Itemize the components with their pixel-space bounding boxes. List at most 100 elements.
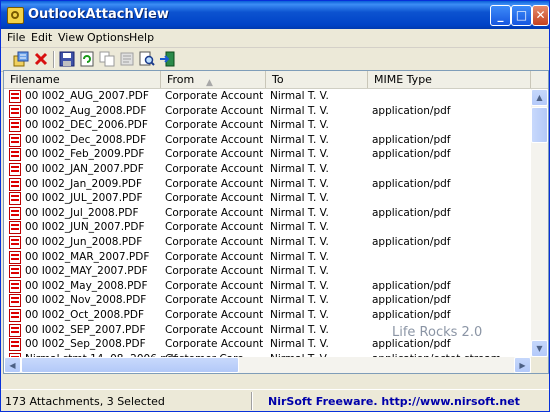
cell-from: Corporate Accounti... xyxy=(165,323,264,336)
status-credit-link[interactable]: NirSoft Freeware. http://www.nirsoft.net xyxy=(268,395,520,408)
cell-filename: 00 I002_Sep_2008.PDF xyxy=(25,338,146,351)
cell-to: Nirmal T. V. xyxy=(270,236,329,248)
table-row[interactable]: 00 I002_Jan_2009.PDF Corporate Accounti..… xyxy=(4,177,531,192)
pdf-file-icon xyxy=(9,279,21,293)
save-attachments-icon[interactable] xyxy=(13,51,29,67)
pdf-file-icon xyxy=(9,148,21,162)
scroll-right-button[interactable]: ▶ xyxy=(514,357,531,373)
close-button[interactable]: ✕ xyxy=(532,5,549,26)
menu-file[interactable]: File xyxy=(7,31,25,44)
find-icon[interactable] xyxy=(139,51,155,67)
cell-to: Nirmal T. V. xyxy=(270,90,329,102)
refresh-icon[interactable] xyxy=(79,51,95,67)
table-row[interactable]: 00 I002_Dec_2008.PDF Corporate Accounti..… xyxy=(4,133,531,148)
column-header-from[interactable]: From ▲ xyxy=(161,71,266,88)
table-row[interactable]: 00 I002_JAN_2007.PDF Corporate Accounti..… xyxy=(4,162,531,177)
cell-filename: 00 I002_Jul_2008.PDF xyxy=(25,206,139,219)
attachments-list[interactable]: Filename From ▲ To MIME Type 00 I002_AUG_… xyxy=(3,70,549,374)
cell-to: Nirmal T. V. xyxy=(270,163,329,175)
scroll-down-button[interactable]: ▼ xyxy=(531,340,548,357)
pdf-file-icon xyxy=(9,119,21,133)
table-row[interactable]: 00 I002_Nov_2008.PDF Corporate Accounti..… xyxy=(4,293,531,308)
properties-icon[interactable] xyxy=(119,51,135,67)
cell-filename: 00 I002_Jun_2008.PDF xyxy=(25,236,143,248)
cell-filename: 00 I002_SEP_2007.PDF xyxy=(25,323,146,336)
cell-filename: 00 I002_JAN_2007.PDF xyxy=(25,163,144,175)
table-row[interactable]: 00 I002_JUN_2007.PDF Corporate Accounti..… xyxy=(4,220,531,235)
menu-view[interactable]: View xyxy=(58,31,84,44)
cell-filename: 00 I002_Dec_2008.PDF xyxy=(25,133,147,146)
pdf-file-icon xyxy=(9,192,21,206)
cell-from: Corporate Accounti... xyxy=(165,192,264,205)
cell-mime: application/pdf xyxy=(372,279,451,292)
cell-filename: 00 I002_MAY_2007.PDF xyxy=(25,265,148,278)
table-row[interactable]: 00 I002_JUL_2007.PDF Corporate Accounti..… xyxy=(4,191,531,206)
cell-mime: application/pdf xyxy=(372,206,451,219)
cell-from: Corporate Accounti... xyxy=(165,163,264,175)
pdf-file-icon xyxy=(9,265,21,279)
copy-icon[interactable] xyxy=(99,51,115,67)
cell-filename: 00 I002_Jan_2009.PDF xyxy=(25,177,143,190)
pdf-file-icon xyxy=(9,177,21,191)
cell-mime: application/pdf xyxy=(372,177,451,190)
table-row[interactable]: 00 I002_May_2008.PDF Corporate Accounti..… xyxy=(4,279,531,294)
table-row[interactable]: 00 I002_DEC_2006.PDF Corporate Accounti..… xyxy=(4,118,531,133)
cell-to: Nirmal T. V. xyxy=(270,309,329,321)
status-bar: 173 Attachments, 3 Selected NirSoft Free… xyxy=(1,389,549,411)
table-row[interactable]: 00 I002_MAY_2007.PDF Corporate Accounti..… xyxy=(4,264,531,279)
scroll-up-button[interactable]: ▲ xyxy=(531,89,548,106)
cell-to: Nirmal T. V. xyxy=(270,250,329,263)
cell-to: Nirmal T. V. xyxy=(270,119,329,132)
cell-to: Nirmal T. V. xyxy=(270,294,329,307)
cell-filename: 00 I002_Oct_2008.PDF xyxy=(25,309,145,321)
cell-from: Corporate Accounti... xyxy=(165,90,264,102)
minimize-button[interactable]: _ xyxy=(490,5,511,26)
pdf-file-icon xyxy=(9,323,21,337)
app-window: OutlookAttachView _ □ ✕ File Edit View O… xyxy=(0,0,550,412)
menu-bar: File Edit View Options Help xyxy=(1,29,549,48)
cell-from: Corporate Accounti... xyxy=(165,338,264,351)
cell-to: Nirmal T. V. xyxy=(270,221,329,234)
vertical-scrollbar[interactable]: ▲ ▼ xyxy=(531,89,548,357)
menu-help[interactable]: Help xyxy=(129,31,154,44)
column-header-mime[interactable]: MIME Type xyxy=(368,71,531,88)
table-row[interactable]: 00 I002_AUG_2007.PDF Corporate Accounti..… xyxy=(4,89,531,104)
column-header-to[interactable]: To xyxy=(266,71,368,88)
cell-to: Nirmal T. V. xyxy=(270,323,329,336)
table-row[interactable]: 00 I002_Oct_2008.PDF Corporate Accounti..… xyxy=(4,308,531,323)
cell-to: Nirmal T. V. xyxy=(270,148,329,161)
list-header: Filename From ▲ To MIME Type xyxy=(4,71,548,89)
cell-to: Nirmal T. V. xyxy=(270,279,329,292)
cell-to: Nirmal T. V. xyxy=(270,133,329,146)
column-header-filename[interactable]: Filename xyxy=(4,71,161,88)
menu-edit[interactable]: Edit xyxy=(31,31,52,44)
maximize-button[interactable]: □ xyxy=(511,5,532,26)
pdf-file-icon xyxy=(9,221,21,235)
exit-icon[interactable] xyxy=(159,51,175,67)
horizontal-scroll-thumb[interactable] xyxy=(21,357,239,373)
cell-filename: 00 I002_Aug_2008.PDF xyxy=(25,104,147,117)
cell-filename: 00 I002_JUN_2007.PDF xyxy=(25,221,145,234)
table-row[interactable]: 00 I002_Jun_2008.PDF Corporate Accounti..… xyxy=(4,235,531,250)
scroll-left-button[interactable]: ◀ xyxy=(4,357,21,373)
cell-filename: 00 I002_MAR_2007.PDF xyxy=(25,250,150,263)
watermark-text: Life Rocks 2.0 xyxy=(392,325,483,340)
pdf-file-icon xyxy=(9,250,21,264)
table-row[interactable]: 00 I002_Jul_2008.PDF Corporate Accounti..… xyxy=(4,206,531,221)
pdf-file-icon xyxy=(9,133,21,147)
cell-from: Corporate Accounti... xyxy=(165,119,264,132)
table-row[interactable]: 00 I002_MAR_2007.PDF Corporate Accounti..… xyxy=(4,250,531,265)
cell-from: Corporate Accounti... xyxy=(165,265,264,278)
pdf-file-icon xyxy=(9,163,21,176)
cell-from: Corporate Accounti... xyxy=(165,294,264,307)
table-row[interactable]: 00 I002_Aug_2008.PDF Corporate Accounti..… xyxy=(4,104,531,119)
save-icon[interactable] xyxy=(59,51,75,67)
app-icon xyxy=(7,7,24,24)
title-bar[interactable]: OutlookAttachView _ □ ✕ xyxy=(1,1,549,29)
table-row[interactable]: 00 I002_Feb_2009.PDF Corporate Accounti..… xyxy=(4,147,531,162)
cell-mime: application/pdf xyxy=(372,133,451,146)
vertical-scroll-thumb[interactable] xyxy=(531,107,548,143)
delete-icon[interactable] xyxy=(33,51,49,67)
horizontal-scrollbar[interactable]: ◀ ▶ xyxy=(4,357,531,373)
menu-options[interactable]: Options xyxy=(87,31,129,44)
